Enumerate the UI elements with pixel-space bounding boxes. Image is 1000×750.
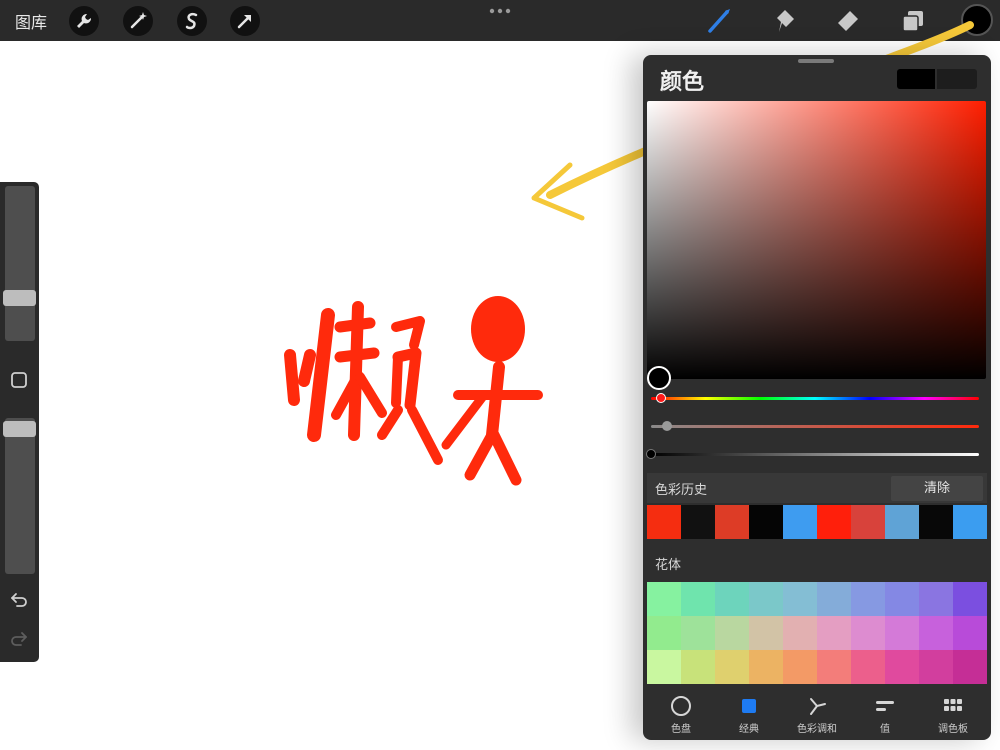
palette-swatch[interactable] — [885, 650, 919, 684]
palette-swatch[interactable] — [953, 650, 987, 684]
brush-icon[interactable] — [703, 5, 735, 37]
palette-swatch[interactable] — [783, 650, 817, 684]
palette-swatch[interactable] — [647, 616, 681, 650]
saturation-brightness-picker[interactable] — [647, 101, 986, 379]
panel-drag-handle[interactable] — [798, 59, 834, 63]
palette-header: 花体 — [647, 548, 987, 578]
palette-swatch[interactable] — [885, 582, 919, 616]
history-swatch[interactable] — [647, 505, 681, 539]
palette-swatch[interactable] — [783, 616, 817, 650]
palette-swatch[interactable] — [851, 650, 885, 684]
saturation-knob[interactable] — [662, 421, 673, 431]
square-modify-icon[interactable] — [8, 369, 30, 391]
history-swatch[interactable] — [885, 505, 919, 539]
wrench-icon[interactable] — [69, 6, 99, 36]
color-history-label: 色彩历史 — [655, 483, 708, 498]
palette-swatch[interactable] — [851, 582, 885, 616]
palette-swatch[interactable] — [817, 650, 851, 684]
panel-title: 颜色 — [660, 70, 705, 95]
history-swatch[interactable] — [681, 505, 715, 539]
layers-icon[interactable] — [897, 5, 929, 37]
history-swatch[interactable] — [715, 505, 749, 539]
palette-swatch[interactable] — [715, 582, 749, 616]
clear-history-button[interactable]: 清除 — [891, 476, 983, 501]
color-mode-tabs: 色盘 经典 色彩调和 值 调色板 — [647, 691, 987, 737]
classic-square-icon — [742, 699, 756, 713]
palette-swatch[interactable] — [817, 616, 851, 650]
tab-disc[interactable]: 色盘 — [647, 691, 715, 737]
history-swatch[interactable] — [851, 505, 885, 539]
hue-knob[interactable] — [655, 393, 666, 403]
current-color-button[interactable] — [961, 4, 993, 36]
palette-swatch[interactable] — [919, 650, 953, 684]
redo-icon[interactable] — [8, 627, 30, 649]
opacity-thumb[interactable] — [3, 420, 36, 437]
magic-wand-icon[interactable] — [123, 6, 153, 36]
opacity-slider[interactable] — [5, 418, 35, 574]
smudge-icon[interactable] — [767, 5, 799, 37]
transform-arrow-icon[interactable] — [230, 6, 260, 36]
history-swatch[interactable] — [783, 505, 817, 539]
palette-swatch[interactable] — [681, 582, 715, 616]
palette-swatch[interactable] — [919, 616, 953, 650]
brightness-slider[interactable] — [651, 453, 979, 456]
color-panel: 颜色 色彩历史 清除 花体 色盘 经典 色彩调和 值 调色板 — [643, 55, 991, 740]
palette-swatch[interactable] — [919, 582, 953, 616]
previous-color-swatch[interactable] — [937, 69, 977, 89]
left-sidebar — [0, 182, 39, 662]
color-picker-cursor[interactable] — [647, 366, 671, 390]
history-swatch[interactable] — [817, 505, 851, 539]
palette-grid-icon — [944, 699, 962, 711]
palette-swatch[interactable] — [885, 616, 919, 650]
history-swatch[interactable] — [953, 505, 987, 539]
palette-swatch[interactable] — [953, 582, 987, 616]
disc-icon — [671, 696, 691, 716]
palette-swatch[interactable] — [715, 616, 749, 650]
palette-swatch[interactable] — [749, 582, 783, 616]
brightness-knob[interactable] — [646, 449, 656, 459]
tab-palettes[interactable]: 调色板 — [919, 691, 987, 737]
harmony-icon — [810, 698, 826, 715]
palette-swatch[interactable] — [681, 616, 715, 650]
tab-harmony[interactable]: 色彩调和 — [783, 691, 851, 737]
eraser-icon[interactable] — [832, 5, 864, 37]
palette-swatch[interactable] — [647, 582, 681, 616]
palette-swatch[interactable] — [953, 616, 987, 650]
top-toolbar: 图库 — [0, 0, 1000, 41]
tab-value[interactable]: 值 — [851, 691, 919, 737]
palette-label: 花体 — [655, 558, 682, 573]
tab-classic[interactable]: 经典 — [715, 691, 783, 737]
palette-swatch[interactable] — [783, 582, 817, 616]
history-swatch[interactable] — [919, 505, 953, 539]
canvas-drawing — [284, 296, 543, 486]
palette-swatch[interactable] — [647, 650, 681, 684]
value-sliders-icon — [876, 701, 894, 711]
color-history-row — [647, 505, 987, 539]
palette-swatch[interactable] — [681, 650, 715, 684]
brush-size-slider[interactable] — [5, 186, 35, 341]
palette-swatch[interactable] — [749, 616, 783, 650]
palette-swatch[interactable] — [749, 650, 783, 684]
undo-icon[interactable] — [8, 588, 30, 610]
history-swatch[interactable] — [749, 505, 783, 539]
brush-size-thumb[interactable] — [3, 290, 36, 307]
current-color-swatch[interactable] — [897, 69, 935, 89]
hue-slider[interactable] — [651, 397, 979, 400]
more-dots-icon[interactable] — [486, 2, 514, 16]
palette-swatch[interactable] — [851, 616, 885, 650]
selection-icon[interactable] — [177, 6, 207, 36]
gallery-button[interactable]: 图库 — [15, 9, 47, 33]
palette-swatch[interactable] — [715, 650, 749, 684]
color-history-header: 色彩历史 清除 — [647, 473, 987, 503]
palette-swatch[interactable] — [817, 582, 851, 616]
saturation-slider[interactable] — [651, 425, 979, 428]
palette-grid — [647, 582, 987, 684]
